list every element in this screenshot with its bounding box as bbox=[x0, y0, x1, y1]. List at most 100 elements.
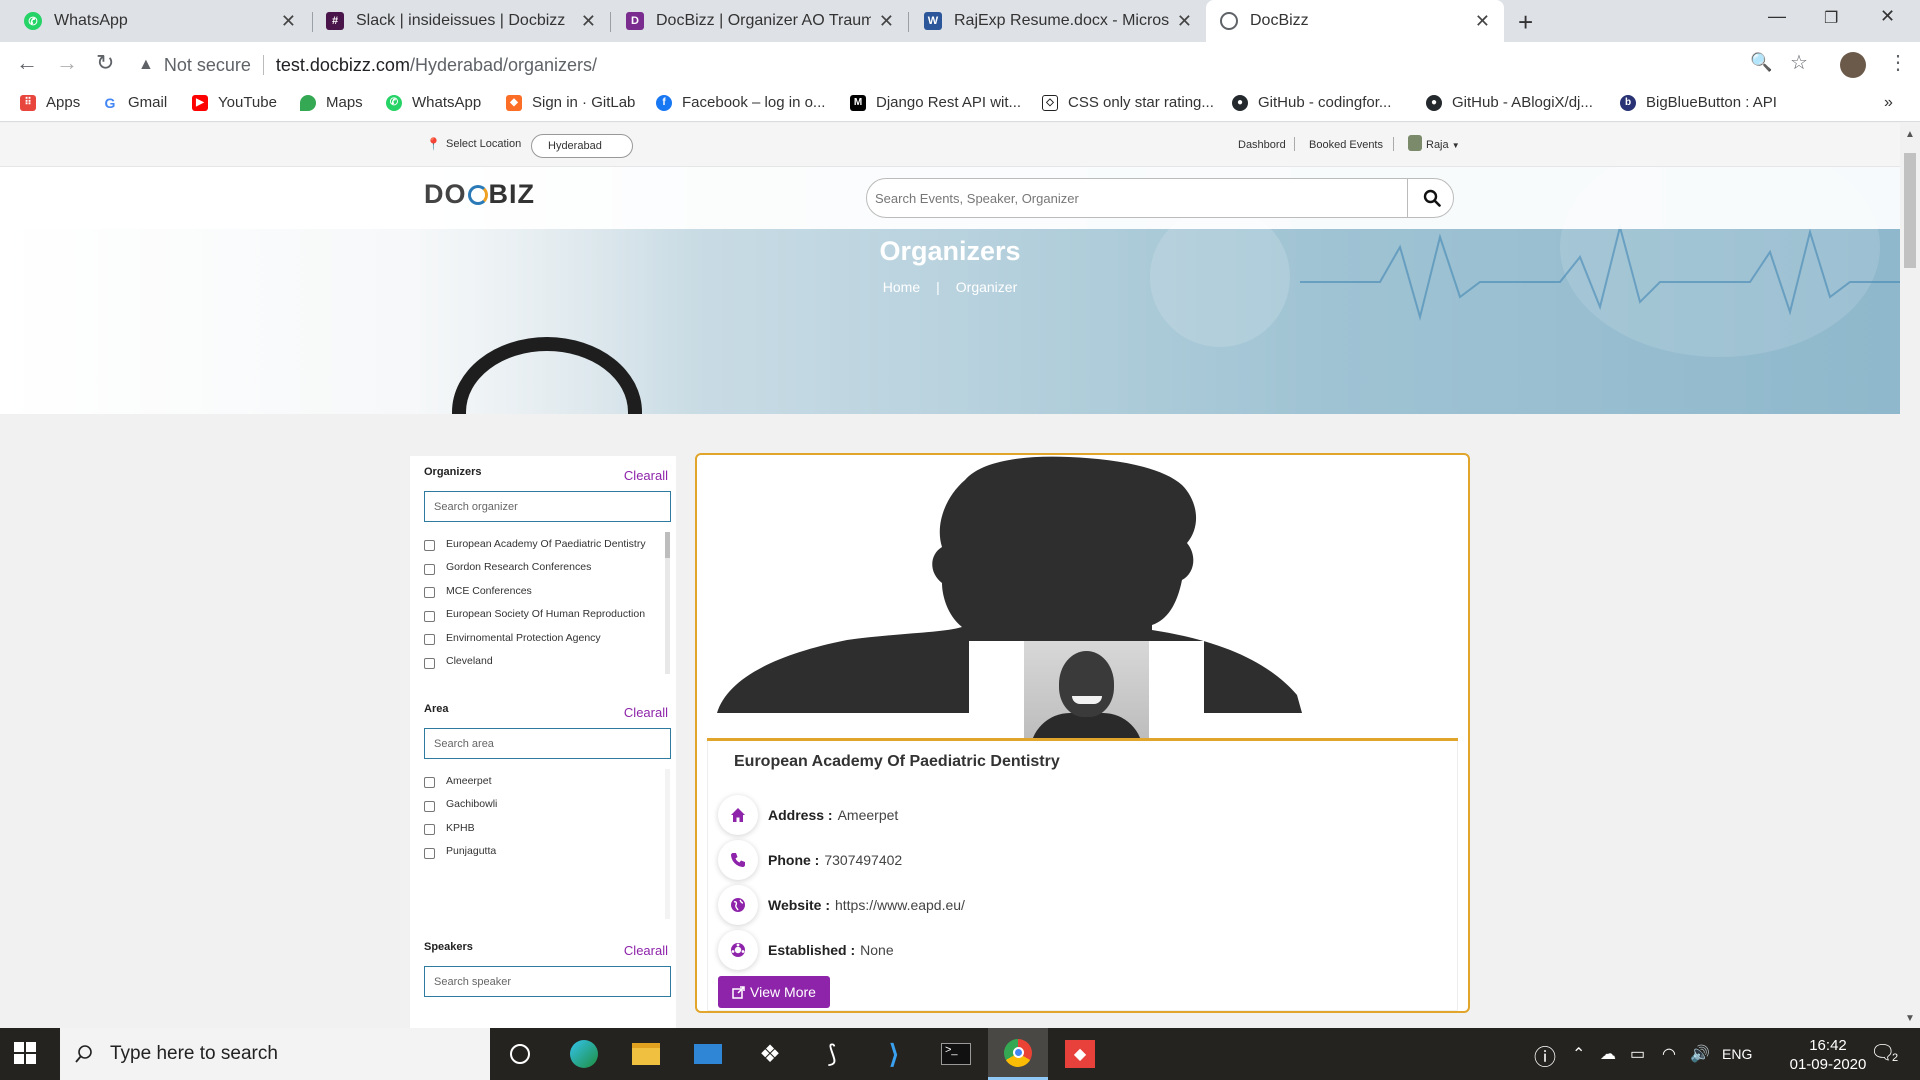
organizer-option[interactable]: European Society Of Human Reproduction bbox=[424, 603, 671, 627]
restore-icon[interactable]: ❐ bbox=[1824, 8, 1838, 28]
close-icon[interactable]: ✕ bbox=[581, 11, 596, 32]
close-icon[interactable]: ✕ bbox=[281, 11, 296, 32]
bookmark-css-star[interactable]: ◇ CSS only star rating... bbox=[1042, 94, 1214, 111]
organizer-option[interactable]: Gordon Research Conferences bbox=[424, 556, 671, 580]
location-select[interactable]: Hyderabad bbox=[531, 134, 633, 158]
clear-area-link[interactable]: Clearall bbox=[624, 705, 668, 720]
checkbox[interactable] bbox=[424, 777, 435, 789]
forward-icon[interactable]: → bbox=[56, 50, 78, 76]
dashboard-link[interactable]: Dashbord bbox=[1238, 139, 1286, 151]
bookmark-gitlab[interactable]: ◆ Sign in · GitLab bbox=[506, 94, 635, 111]
search-button[interactable] bbox=[1407, 179, 1453, 217]
area-option[interactable]: KPHB bbox=[424, 816, 671, 840]
windows-start-icon[interactable] bbox=[14, 1042, 36, 1064]
website-link[interactable]: https://www.eapd.eu/ bbox=[835, 897, 965, 913]
zoom-icon[interactable]: 🔍 bbox=[1750, 52, 1772, 73]
clear-organizers-link[interactable]: Clearall bbox=[624, 468, 668, 483]
checkbox[interactable] bbox=[424, 824, 435, 836]
terminal-icon[interactable]: >_ bbox=[926, 1028, 986, 1080]
bookmark-apps[interactable]: ⠿ Apps bbox=[20, 94, 80, 111]
organizer-option[interactable]: Cleveland bbox=[424, 650, 671, 674]
booked-events-link[interactable]: Booked Events bbox=[1309, 139, 1383, 151]
clear-speakers-link[interactable]: Clearall bbox=[624, 943, 668, 958]
checkbox[interactable] bbox=[424, 610, 435, 622]
mail-icon[interactable] bbox=[678, 1028, 738, 1080]
cursor-app-icon[interactable]: ⟆ bbox=[802, 1028, 862, 1080]
docbizz-logo[interactable]: DO BIZ bbox=[424, 179, 535, 210]
minimize-icon[interactable]: — bbox=[1768, 6, 1786, 27]
bookmark-gmail[interactable]: G Gmail bbox=[102, 94, 167, 111]
bookmark-bigbluebutton[interactable]: b BigBlueButton : API bbox=[1620, 94, 1777, 111]
checkbox[interactable] bbox=[424, 634, 435, 646]
phone-value[interactable]: 7307497402 bbox=[824, 852, 902, 868]
area-option[interactable]: Ameerpet bbox=[424, 769, 671, 793]
cortana-icon[interactable] bbox=[490, 1028, 550, 1080]
close-icon[interactable]: ✕ bbox=[1177, 11, 1192, 32]
page-scrollbar[interactable]: ▲ ▼ bbox=[1900, 123, 1920, 1028]
organizer-list-scrollbar[interactable] bbox=[665, 532, 670, 674]
taskbar-search[interactable]: Type here to search bbox=[60, 1028, 490, 1080]
edge-icon[interactable] bbox=[554, 1028, 614, 1080]
wifi-icon[interactable]: ◠ bbox=[1662, 1044, 1676, 1064]
vscode-icon[interactable]: ⟩ bbox=[864, 1028, 924, 1080]
window-close-icon[interactable]: ✕ bbox=[1880, 6, 1895, 27]
scroll-up-icon[interactable]: ▲ bbox=[1905, 129, 1915, 140]
back-icon[interactable]: ← bbox=[16, 50, 38, 76]
tray-chevron-icon[interactable]: ⌃ bbox=[1572, 1044, 1585, 1064]
user-menu[interactable]: Raja ▼ bbox=[1426, 139, 1460, 151]
breadcrumb-home[interactable]: Home bbox=[883, 279, 920, 295]
address-bar[interactable]: ▲ Not secure test.docbizz.com/Hyderabad/… bbox=[138, 48, 1772, 82]
view-more-button[interactable]: View More bbox=[718, 976, 830, 1008]
help-icon[interactable]: ⓘ bbox=[1534, 1040, 1556, 1072]
close-icon[interactable]: ✕ bbox=[1475, 11, 1490, 32]
filter-title: Area bbox=[424, 703, 449, 715]
close-icon[interactable]: ✕ bbox=[879, 11, 894, 32]
bookmark-github-ablogix[interactable]: ● GitHub - ABlogiX/dj... bbox=[1426, 94, 1593, 111]
organizer-option[interactable]: Envirnomental Protection Agency bbox=[424, 626, 671, 650]
reload-icon[interactable]: ↻ bbox=[96, 50, 114, 76]
bookmark-facebook[interactable]: f Facebook – log in o... bbox=[656, 94, 825, 111]
anydesk-icon[interactable]: ◆ bbox=[1050, 1028, 1110, 1080]
site-search-input[interactable] bbox=[867, 179, 1407, 217]
checkbox[interactable] bbox=[424, 563, 435, 575]
tab-word-resume[interactable]: W RajExp Resume.docx - Microsoft ✕ bbox=[910, 0, 1206, 42]
area-option[interactable]: Gachibowli bbox=[424, 793, 671, 817]
organizer-option[interactable]: European Academy Of Paediatric Dentistry bbox=[424, 532, 671, 556]
battery-icon[interactable]: ▭ bbox=[1630, 1044, 1645, 1064]
checkbox[interactable] bbox=[424, 847, 435, 859]
checkbox[interactable] bbox=[424, 800, 435, 812]
bookmark-whatsapp[interactable]: ✆ WhatsApp bbox=[386, 94, 481, 111]
checkbox[interactable] bbox=[424, 657, 435, 669]
bookmark-star-icon[interactable]: ☆ bbox=[1790, 50, 1808, 75]
volume-icon[interactable]: 🔊 bbox=[1690, 1044, 1710, 1064]
bookmark-youtube[interactable]: ▶ YouTube bbox=[192, 94, 277, 111]
cloud-icon[interactable]: ☁ bbox=[1600, 1044, 1616, 1064]
organizer-option[interactable]: MCE Conferences bbox=[424, 579, 671, 603]
tab-docbizz[interactable]: DocBizz ✕ bbox=[1206, 0, 1504, 42]
taskbar-clock[interactable]: 16:42 01-09-2020 bbox=[1782, 1036, 1874, 1074]
checkbox[interactable] bbox=[424, 540, 435, 552]
scrollbar-thumb[interactable] bbox=[1904, 153, 1916, 268]
bookmark-maps[interactable]: Maps bbox=[300, 94, 363, 111]
organizer-name[interactable]: European Academy Of Paediatric Dentistry bbox=[734, 753, 1060, 771]
area-option[interactable]: Punjagutta bbox=[424, 840, 671, 864]
area-list-scrollbar[interactable] bbox=[665, 769, 670, 919]
tab-docbizz-organizer[interactable]: D DocBizz | Organizer AO Trauma ✕ bbox=[612, 0, 908, 42]
bookmark-github-codingfor[interactable]: ● GitHub - codingfor... bbox=[1232, 94, 1391, 111]
language-indicator[interactable]: ENG bbox=[1722, 1046, 1752, 1062]
file-explorer-icon[interactable] bbox=[616, 1028, 676, 1080]
chrome-icon[interactable] bbox=[988, 1028, 1048, 1080]
tab-whatsapp[interactable]: ✆ WhatsApp ✕ bbox=[10, 0, 310, 42]
profile-avatar[interactable] bbox=[1840, 52, 1866, 78]
new-tab-button[interactable]: + bbox=[1518, 7, 1533, 38]
speaker-search-input[interactable] bbox=[424, 966, 671, 997]
tab-slack[interactable]: # Slack | insideissues | Docbizz ✕ bbox=[312, 0, 610, 42]
organizer-search-input[interactable] bbox=[424, 491, 671, 522]
scroll-down-icon[interactable]: ▼ bbox=[1905, 1013, 1915, 1024]
kebab-menu-icon[interactable]: ⋮ bbox=[1888, 50, 1908, 75]
checkbox[interactable] bbox=[424, 587, 435, 599]
dropbox-icon[interactable]: ❖ bbox=[740, 1028, 800, 1080]
bookmarks-overflow-icon[interactable]: » bbox=[1884, 94, 1893, 112]
area-search-input[interactable] bbox=[424, 728, 671, 759]
bookmark-django-article[interactable]: M Django Rest API wit... bbox=[850, 94, 1021, 111]
